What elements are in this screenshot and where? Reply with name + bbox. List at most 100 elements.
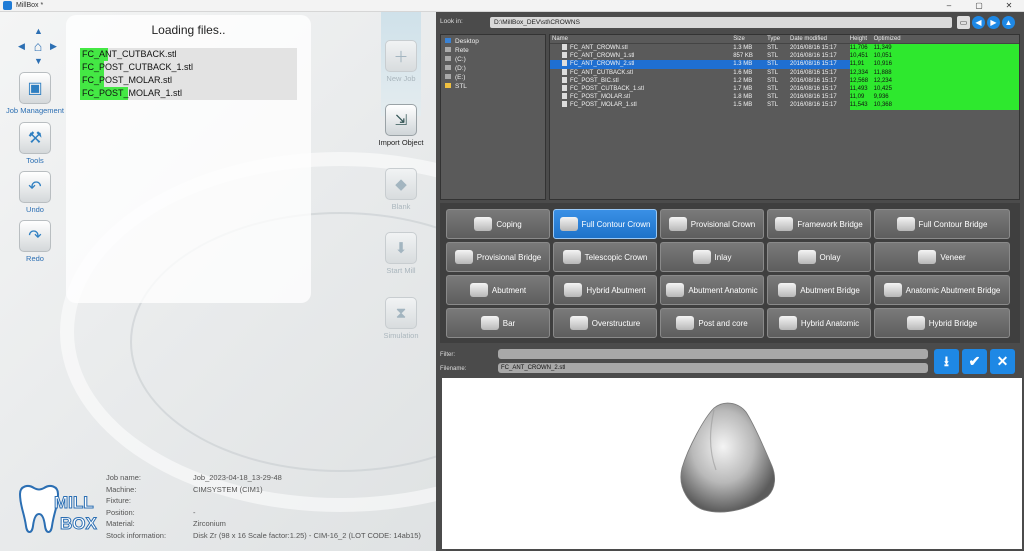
type-full-contour-bridge-button[interactable]: Full Contour Bridge (874, 209, 1010, 239)
download-button[interactable]: ⭳ (934, 349, 959, 374)
job-management-button[interactable]: ▣ Job Management (5, 72, 65, 115)
file-row[interactable]: FC_POST_BIC.stl 1.2 MB STL 2016/08/16 15:17… (550, 76, 1019, 85)
computer-icon[interactable]: ▭ (957, 16, 970, 29)
file-type-cell: STL (767, 77, 779, 84)
file-date-cell: 2016/08/16 15:17 (789, 77, 837, 84)
cancel-button[interactable]: ✕ (990, 349, 1015, 374)
type-telescopic-crown-button[interactable]: Telescopic Crown (553, 242, 657, 272)
type-full-contour-crown-button[interactable]: Full Contour Crown (553, 209, 657, 239)
file-row[interactable]: FC_ANT_CROWN.stl 1.3 MB STL 2016/08/16 15:1… (550, 44, 1019, 53)
undo-button[interactable]: ↶ Undo (5, 171, 65, 214)
type-abutment-anatomic-button[interactable]: Abutment Anatomic (660, 275, 764, 305)
type-provisional-bridge-button[interactable]: Provisional Bridge (446, 242, 550, 272)
loading-file-list: FC_ANT_CUTBACK.stl FC_POST_CUTBACK_1.stl… (80, 48, 297, 100)
type-post-and-core-button[interactable]: Post and core (660, 308, 764, 338)
type-hybrid-anatomic-button[interactable]: Hybrid Anatomic (767, 308, 871, 338)
column-size[interactable]: Size (733, 35, 767, 43)
type-hybrid-abutment-button[interactable]: Hybrid Abutment (553, 275, 657, 305)
new-job-button[interactable]: ＋ New Job (371, 40, 431, 83)
tree-item-stl[interactable]: STL (445, 82, 541, 91)
start-mill-button[interactable]: ⬇ Start Mill (371, 232, 431, 275)
tree-item-drive-c[interactable]: (C:) (445, 55, 541, 64)
filename-input[interactable]: FC_ANT_CROWN_2.stl (498, 363, 928, 373)
type-framework-bridge-button[interactable]: Framework Bridge (767, 209, 871, 239)
column-date[interactable]: Date modified (790, 35, 850, 43)
file-row[interactable]: FC_POST_CUTBACK_1.stl 1.7 MB STL 2016/08/16… (550, 84, 1019, 94)
loading-files-panel: Loading files.. FC_ANT_CUTBACK.stl FC_PO… (66, 15, 311, 303)
tree-item-drive-d[interactable]: (D:) (445, 64, 541, 73)
import-object-button[interactable]: ⇲ Import Object (371, 104, 431, 147)
job-info-key: Machine: (106, 484, 137, 494)
column-height[interactable]: Height (850, 35, 874, 43)
file-row[interactable]: FC_ANT_CROWN_1.stl 857 KB STL 2016/08/16 15… (550, 52, 1019, 61)
file-row[interactable]: FC_ANT_CUTBACK.stl 1.6 MB STL 2016/08/16 15… (550, 68, 1019, 77)
tree-item-desktop[interactable]: Desktop (445, 37, 541, 46)
file-height-cell: 10,451 (849, 52, 874, 61)
tools-icon: ⚒ (19, 122, 51, 154)
loading-file-name: FC_POST_CUTBACK_1.stl (82, 62, 194, 72)
file-row[interactable]: FC_POST_MOLAR.stl 1.8 MB STL 2016/08/16 15:… (550, 93, 1019, 102)
forward-icon[interactable]: ▶ (987, 16, 1000, 29)
maximize-button[interactable]: ▢ (964, 0, 994, 12)
import-panel: Look in: D:\MillBox_DEV\stl\CROWNS ▭ ◀ ▶… (436, 12, 1024, 551)
type-veneer-button[interactable]: Veneer (874, 242, 1010, 272)
confirm-button[interactable]: ✔ (962, 349, 987, 374)
abutment-anatomic-icon (666, 283, 685, 297)
minimize-button[interactable]: – (934, 0, 964, 12)
file-date-cell: 2016/08/16 15:17 (789, 53, 837, 60)
arrow-right-icon[interactable]: ▶ (50, 41, 57, 52)
tree-item-drive-e[interactable]: (E:) (445, 73, 541, 82)
filter-input[interactable] (498, 349, 928, 359)
file-row[interactable]: FC_POST_MOLAR_1.stl 1.5 MB STL 2016/08/16 1… (550, 101, 1019, 110)
hybrid-abutment-icon (564, 283, 583, 297)
job-info-key: Stock information: (106, 530, 167, 540)
column-name[interactable]: Name (550, 35, 733, 43)
start-mill-icon: ⬇ (385, 232, 417, 264)
job-info-value: CIMSYSTEM (CIM1) (193, 484, 263, 494)
loading-file-item: FC_POST_MOLAR_1.stl (80, 87, 297, 100)
close-button[interactable]: ✕ (994, 0, 1024, 12)
job-info-row: Job name: Job_2023-04-18_13-29-48 (106, 472, 421, 484)
tools-button[interactable]: ⚒ Tools (5, 122, 65, 165)
type-label: Post and core (698, 318, 748, 328)
type-anatomic-abutment-bridge-button[interactable]: Anatomic Abutment Bridge (874, 275, 1010, 305)
home-view-icon[interactable]: ⌂ (30, 38, 46, 54)
type-onlay-button[interactable]: Onlay (767, 242, 871, 272)
type-abutment-bridge-button[interactable]: Abutment Bridge (767, 275, 871, 305)
redo-button[interactable]: ↷ Redo (5, 220, 65, 263)
type-inlay-button[interactable]: Inlay (660, 242, 764, 272)
path-field[interactable]: D:\MillBox_DEV\stl\CROWNS (490, 17, 952, 28)
column-type[interactable]: Type (767, 35, 790, 43)
look-in-label: Look in: (440, 18, 463, 25)
file-size-cell: 1.8 MB (733, 94, 753, 101)
type-hybrid-bridge-button[interactable]: Hybrid Bridge (874, 308, 1010, 338)
job-info-row: Machine: CIMSYSTEM (CIM1) (106, 484, 421, 496)
blank-button[interactable]: ◆ Blank (371, 168, 431, 211)
arrow-up-icon[interactable]: ▲ (34, 26, 43, 36)
tree-item-network[interactable]: Rete (445, 46, 541, 55)
hybrid-bridge-icon (906, 316, 925, 330)
telescopic-crown-icon (562, 250, 581, 264)
import-object-label: Import Object (378, 138, 424, 147)
type-overstructure-button[interactable]: Overstructure (553, 308, 657, 338)
type-abutment-button[interactable]: Abutment (446, 275, 550, 305)
type-bar-button[interactable]: Bar (446, 308, 550, 338)
file-optimized-cell: 10,425 (873, 84, 1019, 94)
simulation-button[interactable]: ⧗ Simulation (371, 297, 431, 340)
app-icon (3, 1, 12, 10)
stl-file-icon (562, 84, 567, 91)
job-management-icon: ▣ (19, 72, 51, 104)
file-name-cell: FC_ANT_CROWN.stl (550, 44, 733, 52)
column-optimized[interactable]: Optimized (874, 35, 1019, 43)
type-coping-button[interactable]: Coping (446, 209, 550, 239)
provisional-bridge-icon (454, 250, 473, 264)
arrow-down-icon[interactable]: ▼ (34, 56, 43, 66)
model-preview[interactable] (442, 378, 1022, 549)
back-icon[interactable]: ◀ (972, 16, 985, 29)
file-name-cell: FC_POST_MOLAR_1.stl (550, 101, 733, 109)
file-row[interactable]: FC_ANT_CROWN_2.stl 1.3 MB STL 2016/08/16 15… (550, 60, 1019, 69)
type-provisional-crown-button[interactable]: Provisional Crown (660, 209, 764, 239)
job-info-row: Stock information: Disk Zr (98 x 16 Scale… (106, 530, 421, 542)
up-folder-icon[interactable]: ▲ (1002, 16, 1015, 29)
arrow-left-icon[interactable]: ◀ (18, 41, 25, 52)
